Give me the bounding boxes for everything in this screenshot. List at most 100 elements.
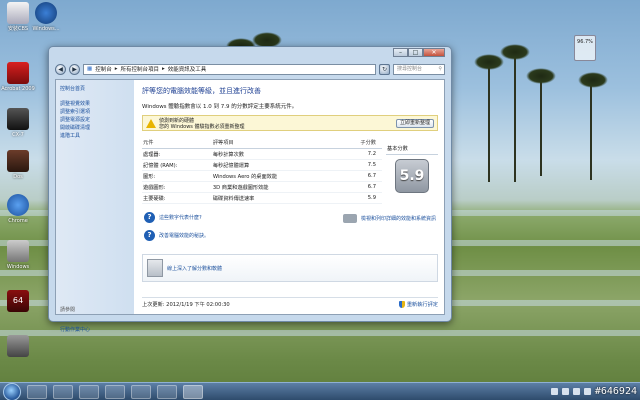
improve-tips-link[interactable]: ? 改善電腦效能的秘訣。 (144, 230, 209, 241)
system-tray: #646924 (550, 386, 637, 397)
sidebar: 控制台首頁 調整視覺效果 調整索引選項 調整電源設定 開啟磁碟清理 進階工具 請… (56, 80, 134, 333)
caption-buttons: – □ ✕ (393, 48, 445, 57)
see-also-label: 請參閱 (60, 307, 76, 313)
help-icon: ? (144, 230, 155, 241)
palm-trunk (488, 62, 490, 182)
row-item: 3D 商業和遊戲圖形效能 (211, 181, 339, 193)
breadcrumb-separator-icon: ▸ (114, 66, 118, 72)
taskbar-media-player-icon[interactable] (79, 384, 99, 399)
desktop-icon[interactable]: Acrobat 2009 (0, 62, 36, 92)
table-row: 處理器: 每秒計算次數 7.2 (142, 148, 382, 160)
search-placeholder: 搜尋控制台 (397, 65, 423, 72)
app-64-icon: 64 (7, 290, 29, 312)
sidebar-item-disk-cleanup[interactable]: 開啟磁碟清理 (60, 125, 130, 132)
printer-icon (342, 214, 357, 223)
sidebar-item-advanced-tools[interactable]: 進階工具 (60, 133, 130, 140)
taskbar-app-icon[interactable] (105, 384, 125, 399)
base-score-badge: 5.9 (395, 159, 429, 193)
desktop-icon[interactable] (0, 335, 36, 359)
help-links: ? 這些數字代表什麼? ? 改善電腦效能的秘訣。 檢視和列印詳細的效能和系統資訊 (142, 210, 438, 252)
footer: 上次更新: 2012/1/19 下午 02:00:30 重新執行評定 (142, 297, 438, 308)
refresh-icon[interactable]: ↻ (379, 63, 390, 75)
desktop-icon[interactable]: Chrome (0, 194, 36, 224)
window-content: 控制台首頁 調整視覺效果 調整索引選項 調整電源設定 開啟磁碟清理 進階工具 請… (55, 79, 445, 333)
taskbar-explorer-icon[interactable] (53, 384, 73, 399)
link-text: 檢視和列印詳細的效能和系統資訊 (360, 216, 436, 222)
table-row: 主要硬碟: 磁碟資料傳送速率 5.9 (142, 192, 382, 204)
sidebar-item-indexing[interactable]: 調整索引選項 (60, 109, 130, 116)
action-center-link[interactable]: 行動作業中心 (60, 326, 90, 333)
desktop-gadget[interactable]: 96.7% (574, 35, 596, 61)
back-arrow-icon[interactable]: ◀ (55, 63, 66, 75)
address-bar[interactable]: ▦ 控制台 ▸ 所有控制台項目 ▸ 效能資訊及工具 (83, 63, 376, 75)
col-component: 元件 (142, 137, 212, 149)
refresh-now-button[interactable]: 立即重新整理 (395, 119, 434, 128)
row-item: 每秒計算次數 (211, 148, 339, 160)
row-score: 6.7 (338, 170, 382, 182)
row-score: 6.7 (338, 181, 382, 193)
desktop-icon-label: Windows (6, 264, 30, 270)
taskbar-control-panel-icon[interactable] (183, 384, 203, 399)
close-button[interactable]: ✕ (423, 48, 445, 57)
taskbar-ie-icon[interactable] (27, 384, 47, 399)
search-input[interactable]: 搜尋控制台 ⚲ (393, 63, 445, 75)
row-score: 5.9 (338, 192, 382, 204)
base-score-box: 基本分數 5.9 (386, 143, 438, 193)
warning-icon (146, 119, 156, 128)
online-info-link[interactable]: 線上深入了解分數和軟體 (142, 254, 438, 282)
what-do-numbers-mean-link[interactable]: ? 這些數字代表什麼? (144, 212, 202, 223)
taskbar: #646924 (0, 382, 640, 400)
table-row: 圖形: Windows Aero 的桌面效能 6.7 (142, 170, 382, 182)
print-details-link[interactable]: 檢視和列印詳細的效能和系統資訊 (342, 214, 436, 223)
desktop-icon[interactable]: Windows (0, 240, 36, 270)
palm-crown (578, 72, 608, 88)
row-component: 主要硬碟: (142, 192, 212, 204)
tray-icon[interactable] (572, 388, 580, 395)
last-updated-value: 2012/1/19 下午 02:00:30 (166, 302, 230, 308)
tray-icon[interactable] (561, 388, 569, 395)
minimize-button[interactable]: – (393, 48, 408, 57)
desktop-icon-label: Chrome (8, 218, 28, 224)
help-icon: ? (144, 212, 155, 223)
desktop-icon[interactable]: CX-7 (0, 108, 36, 138)
palm-crown (526, 68, 556, 84)
row-item: Windows Aero 的桌面效能 (211, 170, 339, 182)
last-updated-label: 上次更新: (142, 302, 165, 308)
palm-crown (500, 44, 530, 60)
link-text: 這些數字代表什麼? (159, 215, 202, 221)
desktop-icon[interactable]: Dos (0, 150, 36, 180)
performance-window: – □ ✕ ◀ ▶ ▦ 控制台 ▸ 所有控制台項目 ▸ 效能資訊及工具 ↻ 搜尋… (48, 46, 452, 333)
start-button[interactable] (3, 382, 21, 400)
row-component: 遊戲圖形: (142, 181, 212, 193)
sidebar-item-visual-effects[interactable]: 調整視覺效果 (60, 101, 130, 108)
link-text: 重新執行評定 (406, 302, 438, 308)
maximize-button[interactable]: □ (408, 48, 423, 57)
sidebar-item-power[interactable]: 調整電源設定 (60, 117, 130, 124)
breadcrumb-segment[interactable]: 所有控制台項目 (120, 65, 159, 73)
breadcrumb-segment[interactable]: 效能資訊及工具 (168, 65, 207, 73)
software-box-icon (147, 259, 163, 277)
tray-icon[interactable] (550, 388, 558, 395)
breadcrumb-segment[interactable]: 控制台 (95, 65, 112, 73)
link-text: 改善電腦效能的秘訣。 (159, 233, 210, 239)
desktop-icon[interactable]: 64 (0, 290, 36, 314)
row-item: 磁碟資料傳送速率 (211, 192, 339, 204)
row-component: 圖形: (142, 170, 212, 182)
palm-trunk (514, 52, 516, 182)
taskbar-app-icon[interactable] (157, 384, 177, 399)
desktop-icon[interactable]: Windows... (28, 2, 64, 32)
search-icon: ⚲ (438, 65, 442, 72)
desktop-icon-label: Windows... (32, 26, 60, 32)
last-updated: 上次更新: 2012/1/19 下午 02:00:30 (142, 301, 230, 308)
sidebar-home-link[interactable]: 控制台首頁 (60, 86, 130, 93)
palm-trunk (540, 76, 542, 176)
page-subtitle: Windows 體驗指數會以 1.0 到 7.9 的分數評定主要系統元件。 (142, 104, 298, 110)
rerun-assessment-link[interactable]: 重新執行評定 (398, 301, 438, 308)
volume-icon[interactable] (583, 388, 591, 395)
link-text: 線上深入了解分數和軟體 (167, 265, 223, 272)
table-row: 遊戲圖形: 3D 商業和遊戲圖形效能 6.7 (142, 181, 382, 193)
shield-icon (398, 301, 405, 308)
palm-trunk (590, 80, 592, 180)
taskbar-app-icon[interactable] (131, 384, 151, 399)
forward-arrow-icon[interactable]: ▶ (69, 63, 80, 75)
